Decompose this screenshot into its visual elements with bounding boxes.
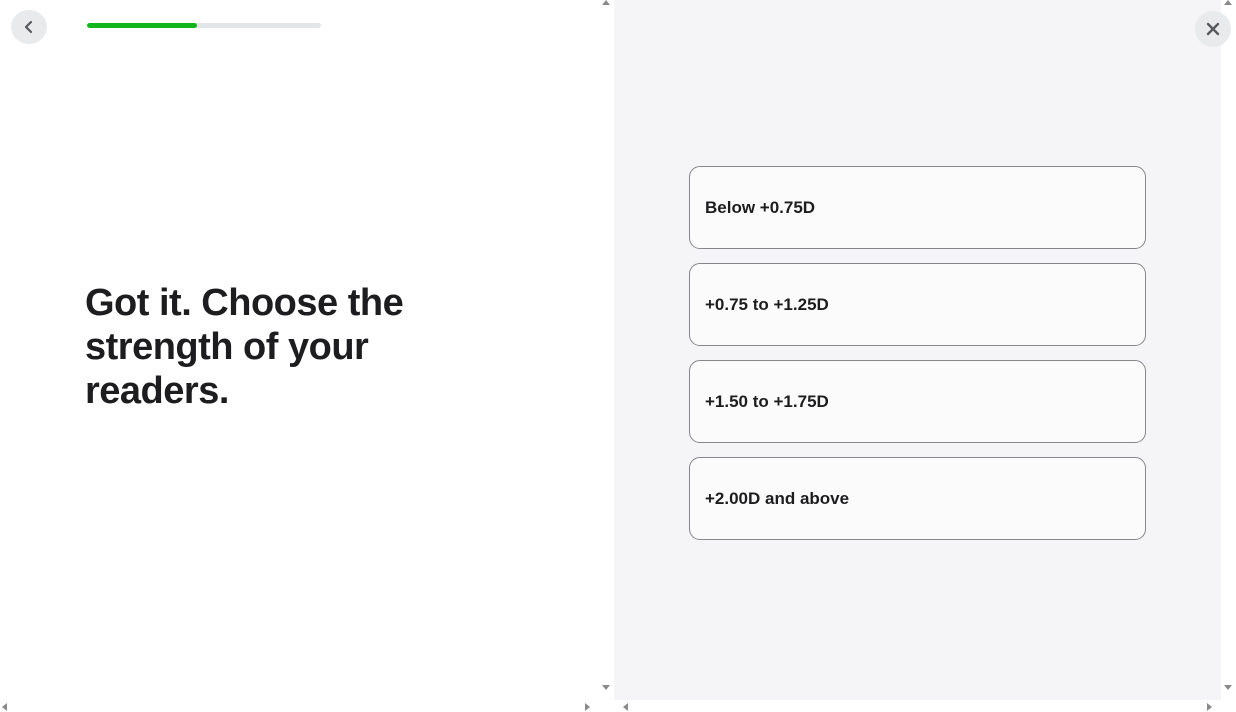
- option-label: +2.00D and above: [705, 488, 850, 508]
- strength-options: Below +0.75D +0.75 to +1.25D +1.50 to +1…: [689, 166, 1146, 554]
- page: Got it. Choose the strength of your read…: [0, 0, 1236, 712]
- back-button[interactable]: [11, 10, 47, 44]
- option-below-0-75[interactable]: Below +0.75D: [689, 166, 1146, 249]
- option-1-50-to-1-75[interactable]: +1.50 to +1.75D: [689, 360, 1146, 443]
- scroll-up-arrow[interactable]: [602, 0, 610, 5]
- progress-bar-fill: [87, 23, 197, 28]
- scroll-left-arrow[interactable]: [2, 703, 7, 711]
- scroll-right-arrow-right-pane[interactable]: [1207, 703, 1212, 711]
- option-label: +1.50 to +1.75D: [705, 391, 829, 411]
- chevron-left-icon: [24, 20, 33, 34]
- horizontal-scrollbar[interactable]: [0, 700, 1236, 712]
- scroll-down-arrow[interactable]: [602, 685, 610, 690]
- option-2-00-and-above[interactable]: +2.00D and above: [689, 457, 1146, 540]
- close-icon: [1206, 22, 1220, 36]
- left-pane: Got it. Choose the strength of your read…: [0, 0, 614, 712]
- option-label: +0.75 to +1.25D: [705, 294, 829, 314]
- progress-bar: [87, 23, 321, 28]
- scroll-up-arrow-right-pane[interactable]: [1224, 0, 1232, 5]
- scroll-right-arrow[interactable]: [585, 703, 590, 711]
- option-0-75-to-1-25[interactable]: +0.75 to +1.25D: [689, 263, 1146, 346]
- scroll-down-arrow-right-pane[interactable]: [1224, 685, 1232, 690]
- option-label: Below +0.75D: [705, 197, 816, 217]
- close-button[interactable]: [1195, 11, 1231, 47]
- scroll-left-arrow-right-pane[interactable]: [623, 703, 628, 711]
- page-title: Got it. Choose the strength of your read…: [85, 282, 404, 412]
- right-scrollbar[interactable]: [1221, 0, 1236, 712]
